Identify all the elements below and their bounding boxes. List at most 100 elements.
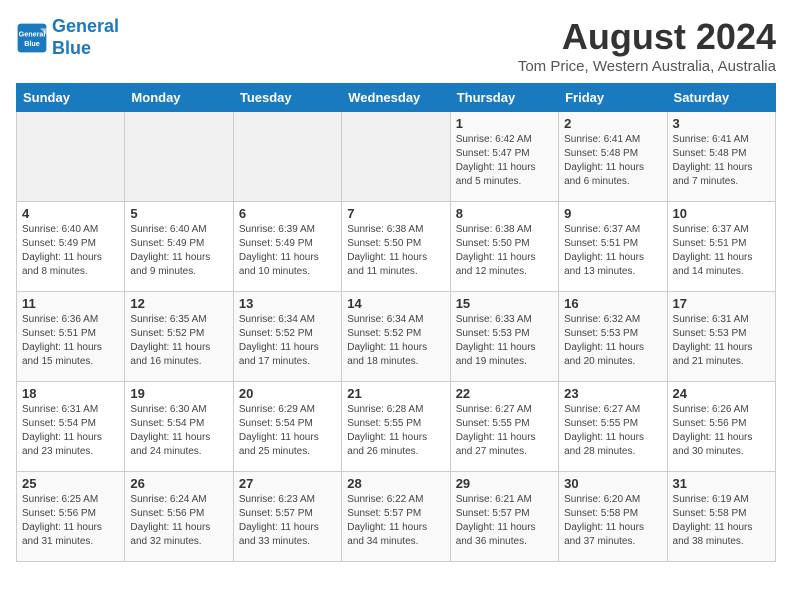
- svg-text:Blue: Blue: [24, 39, 40, 48]
- day-info: Sunrise: 6:37 AM Sunset: 5:51 PM Dayligh…: [564, 223, 661, 279]
- day-cell: 17 Sunrise: 6:31 AM Sunset: 5:53 PM Dayli…: [667, 292, 775, 382]
- svg-text:General: General: [19, 29, 46, 38]
- col-header-sunday: Sunday: [17, 84, 125, 112]
- day-number: 20: [239, 386, 336, 401]
- day-info: Sunrise: 6:31 AM Sunset: 5:53 PM Dayligh…: [673, 313, 770, 369]
- title-area: August 2024 Tom Price, Western Australia…: [518, 16, 776, 75]
- logo-line1: General: [52, 16, 119, 36]
- day-cell: 25 Sunrise: 6:25 AM Sunset: 5:56 PM Dayli…: [17, 472, 125, 562]
- day-info: Sunrise: 6:19 AM Sunset: 5:58 PM Dayligh…: [673, 493, 770, 549]
- calendar-header-row: SundayMondayTuesdayWednesdayThursdayFrid…: [17, 84, 776, 112]
- day-number: 1: [456, 116, 553, 131]
- day-info: Sunrise: 6:42 AM Sunset: 5:47 PM Dayligh…: [456, 133, 553, 189]
- day-number: 7: [347, 206, 444, 221]
- col-header-tuesday: Tuesday: [233, 84, 341, 112]
- day-number: 2: [564, 116, 661, 131]
- day-info: Sunrise: 6:32 AM Sunset: 5:53 PM Dayligh…: [564, 313, 661, 369]
- day-cell: 22Sunrise: 6:27 AM Sunset: 5:55 PM Dayli…: [450, 382, 558, 472]
- day-number: 31: [673, 476, 770, 491]
- day-cell: 11 Sunrise: 6:36 AM Sunset: 5:51 PM Dayli…: [17, 292, 125, 382]
- day-number: 18: [22, 386, 119, 401]
- calendar-title: August 2024: [518, 16, 776, 58]
- day-info: Sunrise: 6:25 AM Sunset: 5:56 PM Dayligh…: [22, 493, 119, 549]
- day-info: Sunrise: 6:21 AM Sunset: 5:57 PM Dayligh…: [456, 493, 553, 549]
- day-info: Sunrise: 6:34 AM Sunset: 5:52 PM Dayligh…: [239, 313, 336, 369]
- day-number: 12: [130, 296, 227, 311]
- day-cell: 16 Sunrise: 6:32 AM Sunset: 5:53 PM Dayli…: [559, 292, 667, 382]
- day-number: 29: [456, 476, 553, 491]
- day-cell: [342, 112, 450, 202]
- day-cell: 4Sunrise: 6:40 AM Sunset: 5:49 PM Daylig…: [17, 202, 125, 292]
- day-number: 11: [22, 296, 119, 311]
- day-cell: 24 Sunrise: 6:26 AM Sunset: 5:56 PM Dayli…: [667, 382, 775, 472]
- col-header-monday: Monday: [125, 84, 233, 112]
- day-number: 26: [130, 476, 227, 491]
- day-cell: 27 Sunrise: 6:23 AM Sunset: 5:57 PM Dayli…: [233, 472, 341, 562]
- day-number: 25: [22, 476, 119, 491]
- col-header-wednesday: Wednesday: [342, 84, 450, 112]
- day-cell: 15Sunrise: 6:33 AM Sunset: 5:53 PM Dayli…: [450, 292, 558, 382]
- day-cell: 28Sunrise: 6:22 AM Sunset: 5:57 PM Dayli…: [342, 472, 450, 562]
- day-info: Sunrise: 6:37 AM Sunset: 5:51 PM Dayligh…: [673, 223, 770, 279]
- day-info: Sunrise: 6:41 AM Sunset: 5:48 PM Dayligh…: [673, 133, 770, 189]
- day-number: 4: [22, 206, 119, 221]
- col-header-friday: Friday: [559, 84, 667, 112]
- day-cell: 3 Sunrise: 6:41 AM Sunset: 5:48 PM Daylig…: [667, 112, 775, 202]
- day-info: Sunrise: 6:24 AM Sunset: 5:56 PM Dayligh…: [130, 493, 227, 549]
- day-info: Sunrise: 6:31 AM Sunset: 5:54 PM Dayligh…: [22, 403, 119, 459]
- day-info: Sunrise: 6:29 AM Sunset: 5:54 PM Dayligh…: [239, 403, 336, 459]
- day-info: Sunrise: 6:39 AM Sunset: 5:49 PM Dayligh…: [239, 223, 336, 279]
- week-row-1: 1 Sunrise: 6:42 AM Sunset: 5:47 PM Daylig…: [17, 112, 776, 202]
- day-info: Sunrise: 6:36 AM Sunset: 5:51 PM Dayligh…: [22, 313, 119, 369]
- day-info: Sunrise: 6:27 AM Sunset: 5:55 PM Dayligh…: [456, 403, 553, 459]
- day-cell: [125, 112, 233, 202]
- day-number: 6: [239, 206, 336, 221]
- day-info: Sunrise: 6:26 AM Sunset: 5:56 PM Dayligh…: [673, 403, 770, 459]
- day-cell: 14 Sunrise: 6:34 AM Sunset: 5:52 PM Dayli…: [342, 292, 450, 382]
- logo: General Blue General Blue: [16, 16, 119, 59]
- day-info: Sunrise: 6:35 AM Sunset: 5:52 PM Dayligh…: [130, 313, 227, 369]
- calendar-table: SundayMondayTuesdayWednesdayThursdayFrid…: [16, 83, 776, 562]
- day-info: Sunrise: 6:30 AM Sunset: 5:54 PM Dayligh…: [130, 403, 227, 459]
- day-info: Sunrise: 6:34 AM Sunset: 5:52 PM Dayligh…: [347, 313, 444, 369]
- logo-text: General Blue: [52, 16, 119, 59]
- day-number: 24: [673, 386, 770, 401]
- logo-line2: Blue: [52, 38, 91, 58]
- calendar-subtitle: Tom Price, Western Australia, Australia: [518, 58, 776, 75]
- day-cell: 18 Sunrise: 6:31 AM Sunset: 5:54 PM Dayli…: [17, 382, 125, 472]
- day-info: Sunrise: 6:41 AM Sunset: 5:48 PM Dayligh…: [564, 133, 661, 189]
- day-cell: [233, 112, 341, 202]
- day-cell: 9 Sunrise: 6:37 AM Sunset: 5:51 PM Daylig…: [559, 202, 667, 292]
- day-info: Sunrise: 6:27 AM Sunset: 5:55 PM Dayligh…: [564, 403, 661, 459]
- day-cell: 30 Sunrise: 6:20 AM Sunset: 5:58 PM Dayli…: [559, 472, 667, 562]
- day-number: 3: [673, 116, 770, 131]
- day-number: 27: [239, 476, 336, 491]
- day-number: 8: [456, 206, 553, 221]
- col-header-saturday: Saturday: [667, 84, 775, 112]
- day-info: Sunrise: 6:22 AM Sunset: 5:57 PM Dayligh…: [347, 493, 444, 549]
- day-info: Sunrise: 6:28 AM Sunset: 5:55 PM Dayligh…: [347, 403, 444, 459]
- day-cell: 7Sunrise: 6:38 AM Sunset: 5:50 PM Daylig…: [342, 202, 450, 292]
- day-cell: 13 Sunrise: 6:34 AM Sunset: 5:52 PM Dayli…: [233, 292, 341, 382]
- day-number: 30: [564, 476, 661, 491]
- day-cell: 10 Sunrise: 6:37 AM Sunset: 5:51 PM Dayli…: [667, 202, 775, 292]
- day-number: 16: [564, 296, 661, 311]
- day-info: Sunrise: 6:20 AM Sunset: 5:58 PM Dayligh…: [564, 493, 661, 549]
- day-number: 19: [130, 386, 227, 401]
- day-number: 17: [673, 296, 770, 311]
- day-number: 10: [673, 206, 770, 221]
- day-number: 13: [239, 296, 336, 311]
- week-row-4: 18 Sunrise: 6:31 AM Sunset: 5:54 PM Dayli…: [17, 382, 776, 472]
- day-number: 23: [564, 386, 661, 401]
- day-cell: 12 Sunrise: 6:35 AM Sunset: 5:52 PM Dayli…: [125, 292, 233, 382]
- day-number: 5: [130, 206, 227, 221]
- day-info: Sunrise: 6:23 AM Sunset: 5:57 PM Dayligh…: [239, 493, 336, 549]
- week-row-5: 25 Sunrise: 6:25 AM Sunset: 5:56 PM Dayli…: [17, 472, 776, 562]
- day-number: 9: [564, 206, 661, 221]
- day-cell: 29 Sunrise: 6:21 AM Sunset: 5:57 PM Dayli…: [450, 472, 558, 562]
- day-number: 14: [347, 296, 444, 311]
- day-cell: 31 Sunrise: 6:19 AM Sunset: 5:58 PM Dayli…: [667, 472, 775, 562]
- day-number: 15: [456, 296, 553, 311]
- day-number: 21: [347, 386, 444, 401]
- day-cell: [17, 112, 125, 202]
